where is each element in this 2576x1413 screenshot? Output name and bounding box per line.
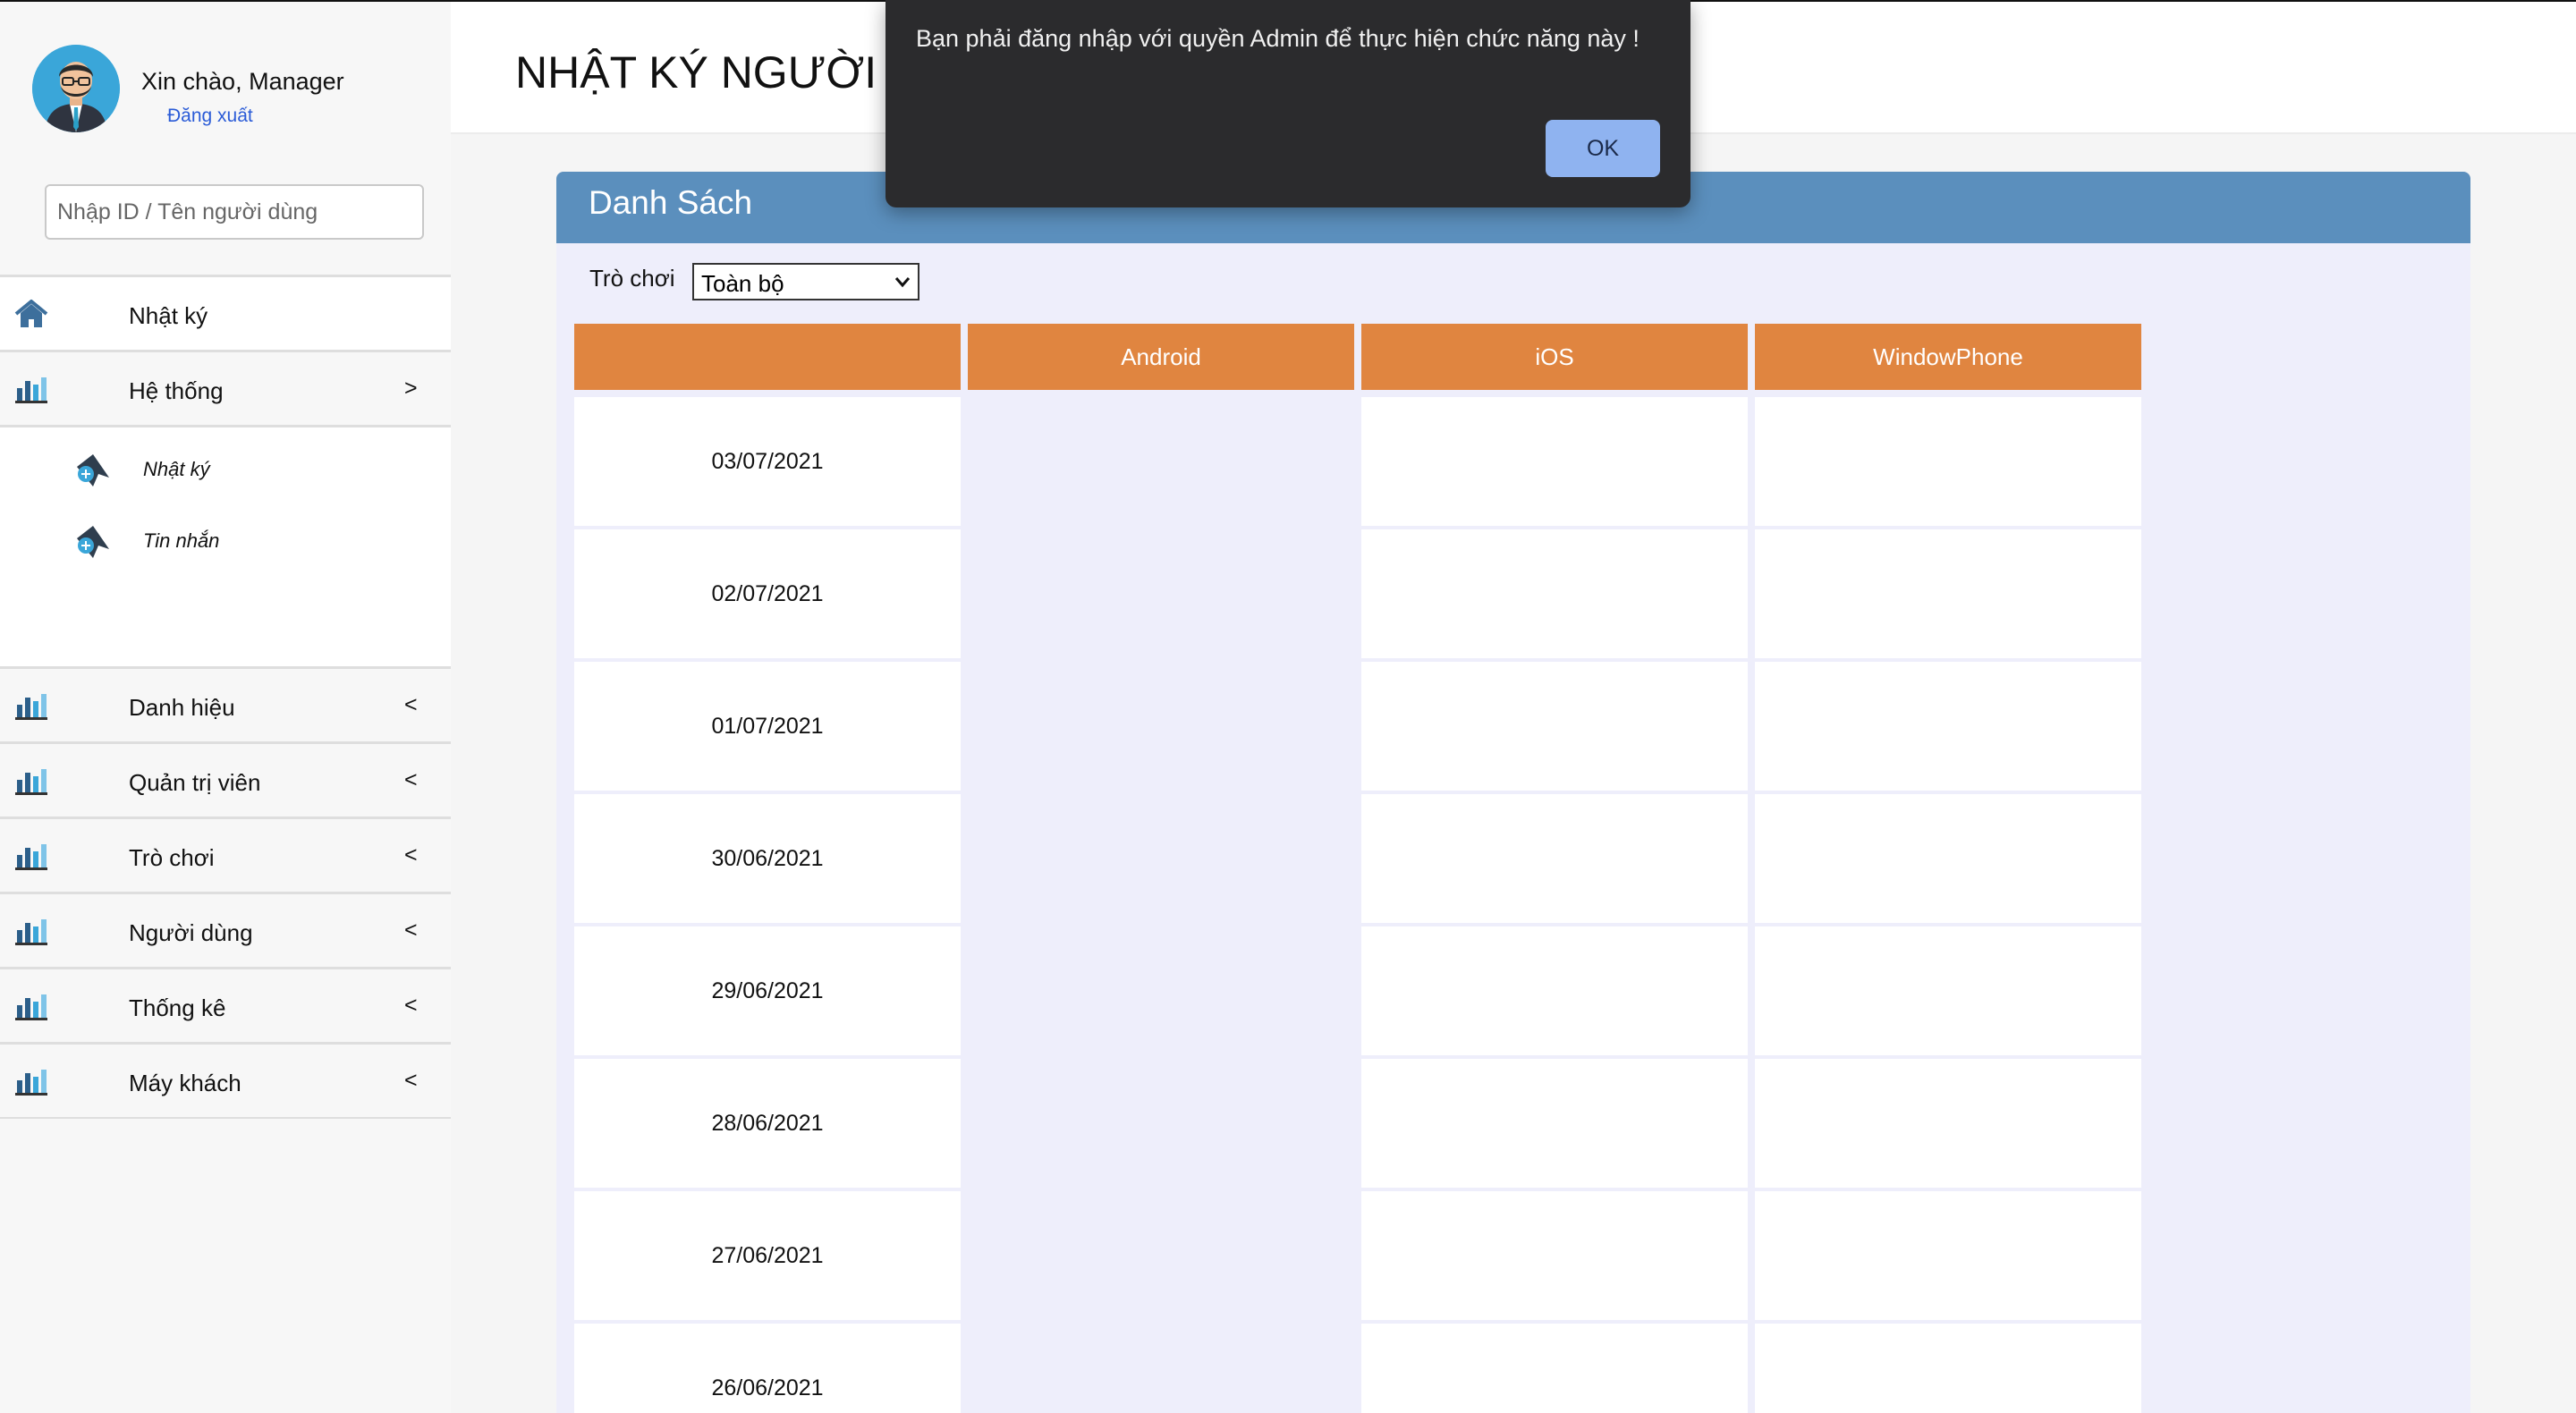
ios-cell xyxy=(1361,397,1748,526)
sidebar-item-label: Trò chơi xyxy=(129,844,215,871)
game-filter-label: Trò chơi xyxy=(589,265,675,292)
windowphone-cell xyxy=(1755,662,2141,791)
sidebar-item-nguoi-dung[interactable]: Người dùng < xyxy=(0,892,451,967)
sidebar-item-tro-choi[interactable]: Trò chơi < xyxy=(0,816,451,892)
column-header-windowphone[interactable]: WindowPhone xyxy=(1755,324,2141,390)
sidebar-item-label: Quản trị viên xyxy=(129,769,261,796)
bar-chart-icon xyxy=(15,919,47,945)
collapse-arrow-icon: < xyxy=(404,767,418,792)
collapse-arrow-icon: < xyxy=(404,842,418,867)
ios-cell xyxy=(1361,529,1748,658)
sidebar-item-label: Người dùng xyxy=(129,919,253,946)
windowphone-cell xyxy=(1755,397,2141,526)
sidebar-item-he-thong[interactable]: Hệ thống > xyxy=(0,350,451,425)
greeting-text: Xin chào, Manager xyxy=(141,68,344,95)
windowphone-cell xyxy=(1755,1191,2141,1320)
windowphone-cell xyxy=(1755,529,2141,658)
sidebar-item-label: Máy khách xyxy=(129,1070,242,1096)
alert-dialog: Bạn phải đăng nhập với quyền Admin để th… xyxy=(886,0,1690,207)
submenu-he-thong: Nhật ký Tin nhắn xyxy=(0,425,451,666)
windowphone-cell xyxy=(1755,1324,2141,1413)
column-header-date[interactable] xyxy=(574,324,961,390)
date-cell: 02/07/2021 xyxy=(574,529,961,658)
collapse-arrow-icon: < xyxy=(404,918,418,943)
sidebar-item-label: Danh hiệu xyxy=(129,694,235,721)
user-search-input[interactable] xyxy=(45,184,424,240)
home-icon xyxy=(14,300,48,327)
date-cell: 27/06/2021 xyxy=(574,1191,961,1320)
bar-chart-icon xyxy=(15,1070,47,1096)
windowphone-cell xyxy=(1755,794,2141,923)
column-header-ios[interactable]: iOS xyxy=(1361,324,1748,390)
sidebar-menu: Nhật ký Hệ thống > Nhật ký Tin nhắn Danh… xyxy=(0,275,451,1119)
sidebar-item-label: Nhật ký xyxy=(129,302,208,329)
page-title: NHẬT KÝ NGƯỜI D xyxy=(515,47,922,97)
sidebar-item-nhat-ky[interactable]: Nhật ký xyxy=(0,275,451,350)
logout-link[interactable]: Đăng xuất xyxy=(167,106,253,127)
chevron-down-icon xyxy=(894,277,911,288)
ios-cell xyxy=(1361,662,1748,791)
sidebar-item-quan-tri-vien[interactable]: Quản trị viên < xyxy=(0,741,451,816)
sidebar-item-label: Hệ thống xyxy=(129,377,224,404)
sidebar-item-thong-ke[interactable]: Thống kê < xyxy=(0,967,451,1042)
sidebar: Xin chào, Manager Đăng xuất Nhật ký Hệ t… xyxy=(0,2,451,1413)
date-cell: 03/07/2021 xyxy=(574,397,961,526)
pin-add-icon xyxy=(77,454,109,487)
collapse-arrow-icon: < xyxy=(404,692,418,717)
game-filter-value: Toàn bộ xyxy=(701,270,784,297)
collapse-arrow-icon: < xyxy=(404,993,418,1018)
date-cell: 28/06/2021 xyxy=(574,1059,961,1188)
avatar xyxy=(32,45,120,132)
list-panel: Danh Sách Trò chơi Toàn bộ Android iOS W… xyxy=(556,172,2470,1413)
ios-cell xyxy=(1361,1324,1748,1413)
sidebar-item-may-khach[interactable]: Máy khách < xyxy=(0,1042,451,1117)
windowphone-cell xyxy=(1755,1059,2141,1188)
submenu-item-tin-nhan[interactable]: Tin nhắn xyxy=(0,512,451,574)
date-cell: 01/07/2021 xyxy=(574,662,961,791)
windowphone-cell xyxy=(1755,926,2141,1055)
alert-message: Bạn phải đăng nhập với quyền Admin để th… xyxy=(916,25,1640,52)
ios-cell xyxy=(1361,794,1748,923)
user-profile: Xin chào, Manager Đăng xuất xyxy=(0,2,451,136)
menu-divider xyxy=(0,1117,451,1119)
bar-chart-icon xyxy=(15,377,47,403)
sidebar-item-danh-hieu[interactable]: Danh hiệu < xyxy=(0,666,451,741)
bar-chart-icon xyxy=(15,844,47,870)
game-filter-select[interactable]: Toàn bộ xyxy=(692,263,919,300)
date-cell: 26/06/2021 xyxy=(574,1324,961,1413)
date-cell: 29/06/2021 xyxy=(574,926,961,1055)
submenu-item-label: Tin nhắn xyxy=(143,529,220,552)
avatar-icon xyxy=(32,45,120,132)
column-header-android[interactable]: Android xyxy=(968,324,1354,390)
ok-button[interactable]: OK xyxy=(1546,120,1660,177)
bar-chart-icon xyxy=(15,694,47,720)
sidebar-item-label: Thống kê xyxy=(129,994,226,1021)
ios-cell xyxy=(1361,1191,1748,1320)
ios-cell xyxy=(1361,1059,1748,1188)
submenu-item-label: Nhật ký xyxy=(143,458,210,480)
bar-chart-icon xyxy=(15,769,47,795)
submenu-item-nhat-ky[interactable]: Nhật ký xyxy=(0,440,451,503)
ios-cell xyxy=(1361,926,1748,1055)
bar-chart-icon xyxy=(15,994,47,1020)
expand-arrow-icon: > xyxy=(404,376,418,401)
collapse-arrow-icon: < xyxy=(404,1068,418,1093)
panel-title: Danh Sách xyxy=(589,184,753,221)
date-cell: 30/06/2021 xyxy=(574,794,961,923)
pin-add-icon xyxy=(77,526,109,558)
